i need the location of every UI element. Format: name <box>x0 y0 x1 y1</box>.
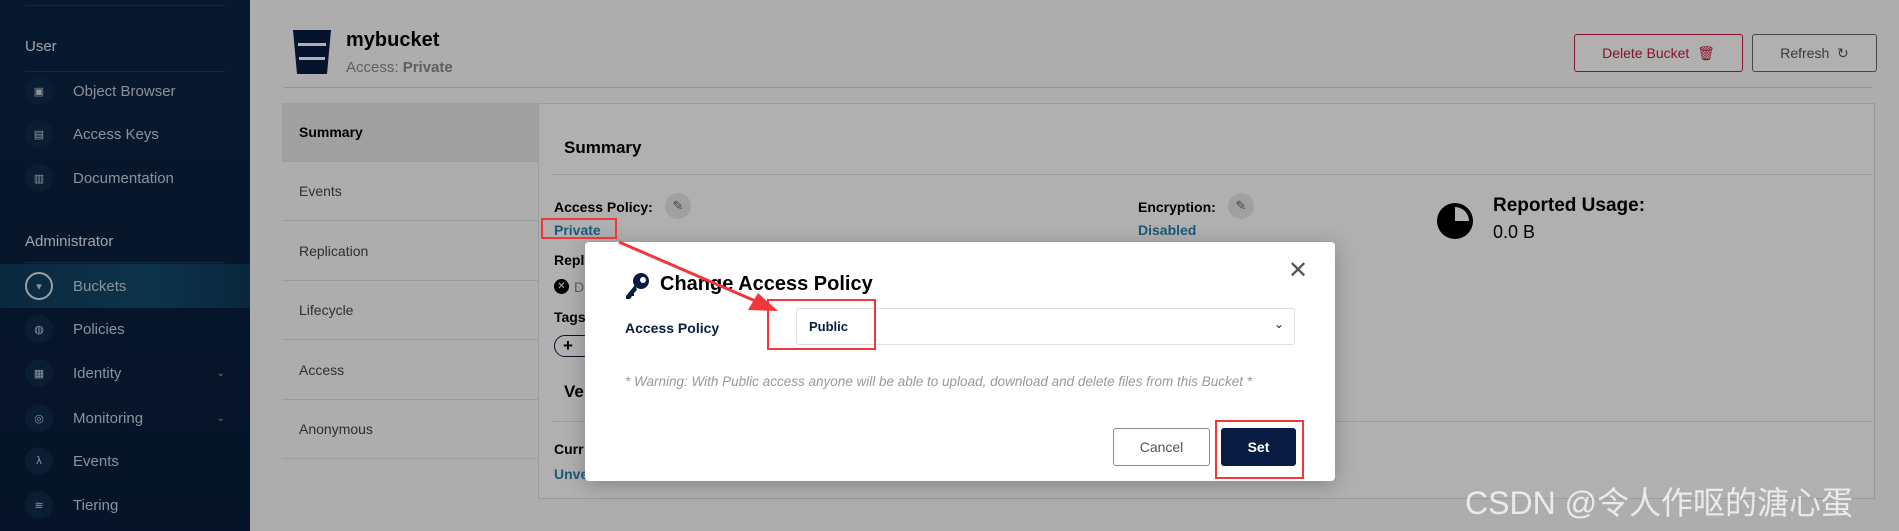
annotation-arrow-icon <box>618 240 778 311</box>
watermark: CSDN @令人作呕的溏心蛋 <box>1465 485 1854 521</box>
